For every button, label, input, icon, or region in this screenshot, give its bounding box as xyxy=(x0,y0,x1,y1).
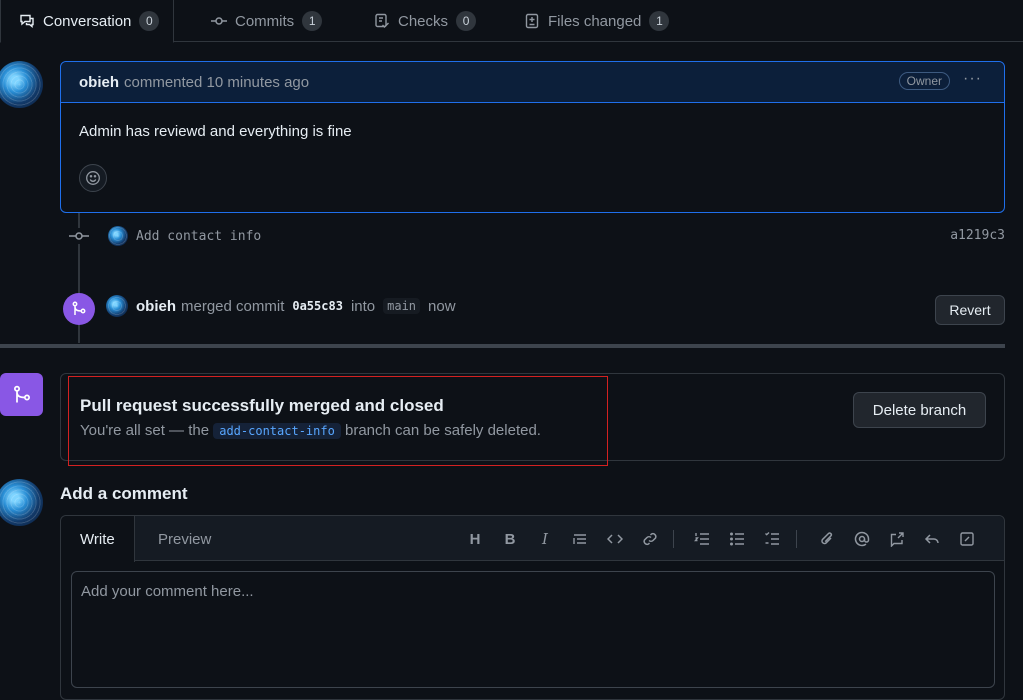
tab-label: Commits xyxy=(235,12,295,30)
highlight-box xyxy=(68,376,608,466)
tab-counter: 1 xyxy=(649,11,670,31)
delete-branch-button[interactable]: Delete branch xyxy=(853,392,986,428)
merge-event: obieh merged commit 0a55c83 into main no… xyxy=(106,295,456,317)
merge-time[interactable]: now xyxy=(428,298,456,315)
bold-icon[interactable]: B xyxy=(499,528,521,550)
add-comment-title: Add a comment xyxy=(60,484,188,503)
quote-icon[interactable] xyxy=(569,528,591,550)
ordered-list-icon[interactable] xyxy=(691,528,713,550)
heading-icon[interactable]: H xyxy=(464,528,486,550)
merge-author[interactable]: obieh xyxy=(136,298,176,315)
owner-badge: Owner xyxy=(898,72,950,90)
comment-box: obieh commented 10 minutes ago Owner ···… xyxy=(60,61,1005,213)
attachment-icon[interactable] xyxy=(816,528,838,550)
mention-icon[interactable] xyxy=(851,528,873,550)
comment-author[interactable]: obieh xyxy=(79,74,119,91)
comment-body: Admin has reviewd and everything is fine xyxy=(79,123,352,140)
add-reaction-button[interactable] xyxy=(79,164,107,192)
avatar[interactable] xyxy=(0,479,43,526)
comment-timestamp[interactable]: commented 10 minutes ago xyxy=(124,74,309,91)
tab-files-changed[interactable]: Files changed 1 xyxy=(524,0,670,42)
avatar[interactable] xyxy=(108,226,128,246)
tab-label: Conversation xyxy=(43,12,132,30)
avatar[interactable] xyxy=(0,61,43,108)
tab-commits[interactable]: Commits 1 xyxy=(211,0,323,42)
editor-toolbar: Write Preview H B I xyxy=(61,516,1004,562)
revert-button[interactable]: Revert xyxy=(935,295,1005,325)
comment-textarea[interactable] xyxy=(71,571,995,688)
commit-message[interactable]: Add contact info xyxy=(136,229,261,244)
file-diff-icon xyxy=(525,13,539,29)
smiley-icon xyxy=(86,171,100,185)
git-merge-icon xyxy=(72,301,86,315)
toolbar-separator xyxy=(796,530,797,548)
commit-icon xyxy=(211,17,227,25)
commit-sha[interactable]: a1219c3 xyxy=(950,228,1005,243)
tab-preview[interactable]: Preview xyxy=(158,516,211,562)
tab-counter: 1 xyxy=(302,11,323,31)
task-list-icon[interactable] xyxy=(761,528,783,550)
target-branch[interactable]: main xyxy=(383,298,421,314)
comment-menu-icon[interactable]: ··· xyxy=(963,70,982,88)
toolbar-separator xyxy=(673,530,674,548)
link-icon[interactable] xyxy=(639,528,661,550)
comment-header: obieh commented 10 minutes ago xyxy=(61,62,1004,103)
cross-reference-icon[interactable] xyxy=(886,528,908,550)
tab-counter: 0 xyxy=(456,11,477,31)
merged-status-icon xyxy=(0,373,43,416)
merge-into-text: into xyxy=(350,297,376,315)
comment-editor: Write Preview H B I xyxy=(60,515,1005,700)
reply-icon[interactable] xyxy=(921,528,943,550)
tab-write[interactable]: Write xyxy=(61,516,135,562)
tab-label: Files changed xyxy=(548,12,642,30)
tab-counter: 0 xyxy=(139,11,160,31)
commit-event: Add contact info xyxy=(69,226,261,246)
checklist-icon xyxy=(375,13,389,28)
pr-tabs: Conversation 0 Commits 1 Checks 0 Files … xyxy=(0,0,1023,43)
tab-label: Checks xyxy=(398,12,449,30)
code-icon[interactable] xyxy=(604,528,626,550)
merge-event-icon xyxy=(63,293,95,325)
merge-text: merged commit xyxy=(181,297,285,315)
git-merge-icon xyxy=(13,385,30,402)
tab-checks[interactable]: Checks 0 xyxy=(374,0,477,42)
italic-icon[interactable]: I xyxy=(534,528,556,550)
merge-commit-sha[interactable]: 0a55c83 xyxy=(292,299,343,313)
fullscreen-icon[interactable] xyxy=(956,528,978,550)
timeline-divider xyxy=(0,344,1005,348)
avatar[interactable] xyxy=(106,295,128,317)
commit-icon xyxy=(69,228,89,244)
conversation-icon xyxy=(20,14,34,28)
tab-conversation[interactable]: Conversation 0 xyxy=(0,0,175,43)
unordered-list-icon[interactable] xyxy=(726,528,748,550)
